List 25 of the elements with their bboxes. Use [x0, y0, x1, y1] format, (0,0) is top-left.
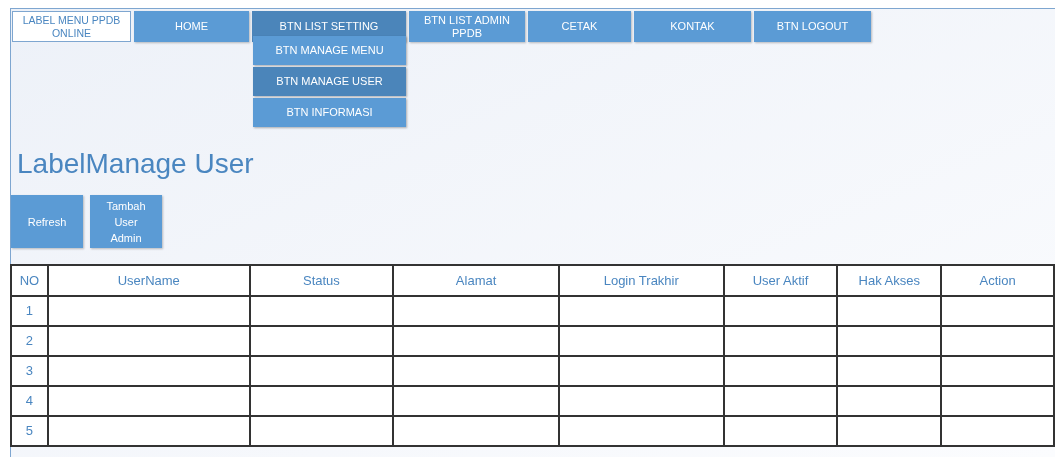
menu-item[interactable]: BTN INFORMASI	[253, 98, 406, 127]
nav-button[interactable]: KONTAK	[634, 11, 751, 42]
column-header: Hak Akses	[837, 265, 942, 296]
table-cell: 4	[11, 386, 48, 416]
table-cell: 5	[11, 416, 48, 446]
column-header: Status	[249, 265, 394, 296]
column-header: Login Trakhir	[558, 265, 724, 296]
page-title: LabelManage User	[16, 147, 255, 181]
table-cell: 1	[11, 296, 48, 326]
table-cell: 3	[11, 356, 48, 386]
nav-button[interactable]: HOME	[134, 11, 249, 42]
menu-item[interactable]: BTN MANAGE MENU	[253, 36, 406, 65]
column-header: NO	[11, 265, 48, 296]
column-header: Action	[941, 265, 1054, 296]
table-cell: 2	[11, 326, 48, 356]
action-button[interactable]: Tambah User Admin	[90, 195, 162, 248]
nav-button[interactable]: BTN LIST ADMIN PPDB	[409, 11, 525, 42]
app-label: LABEL MENU PPDB ONLINE	[12, 11, 131, 42]
column-header: User Aktif	[723, 265, 838, 296]
action-button[interactable]: Refresh	[11, 195, 83, 248]
nav-button[interactable]: BTN LOGOUT	[754, 11, 871, 42]
column-header: UserName	[47, 265, 250, 296]
nav-button[interactable]: CETAK	[528, 11, 631, 42]
menu-item[interactable]: BTN MANAGE USER	[253, 67, 406, 96]
column-header: Alamat	[393, 265, 559, 296]
